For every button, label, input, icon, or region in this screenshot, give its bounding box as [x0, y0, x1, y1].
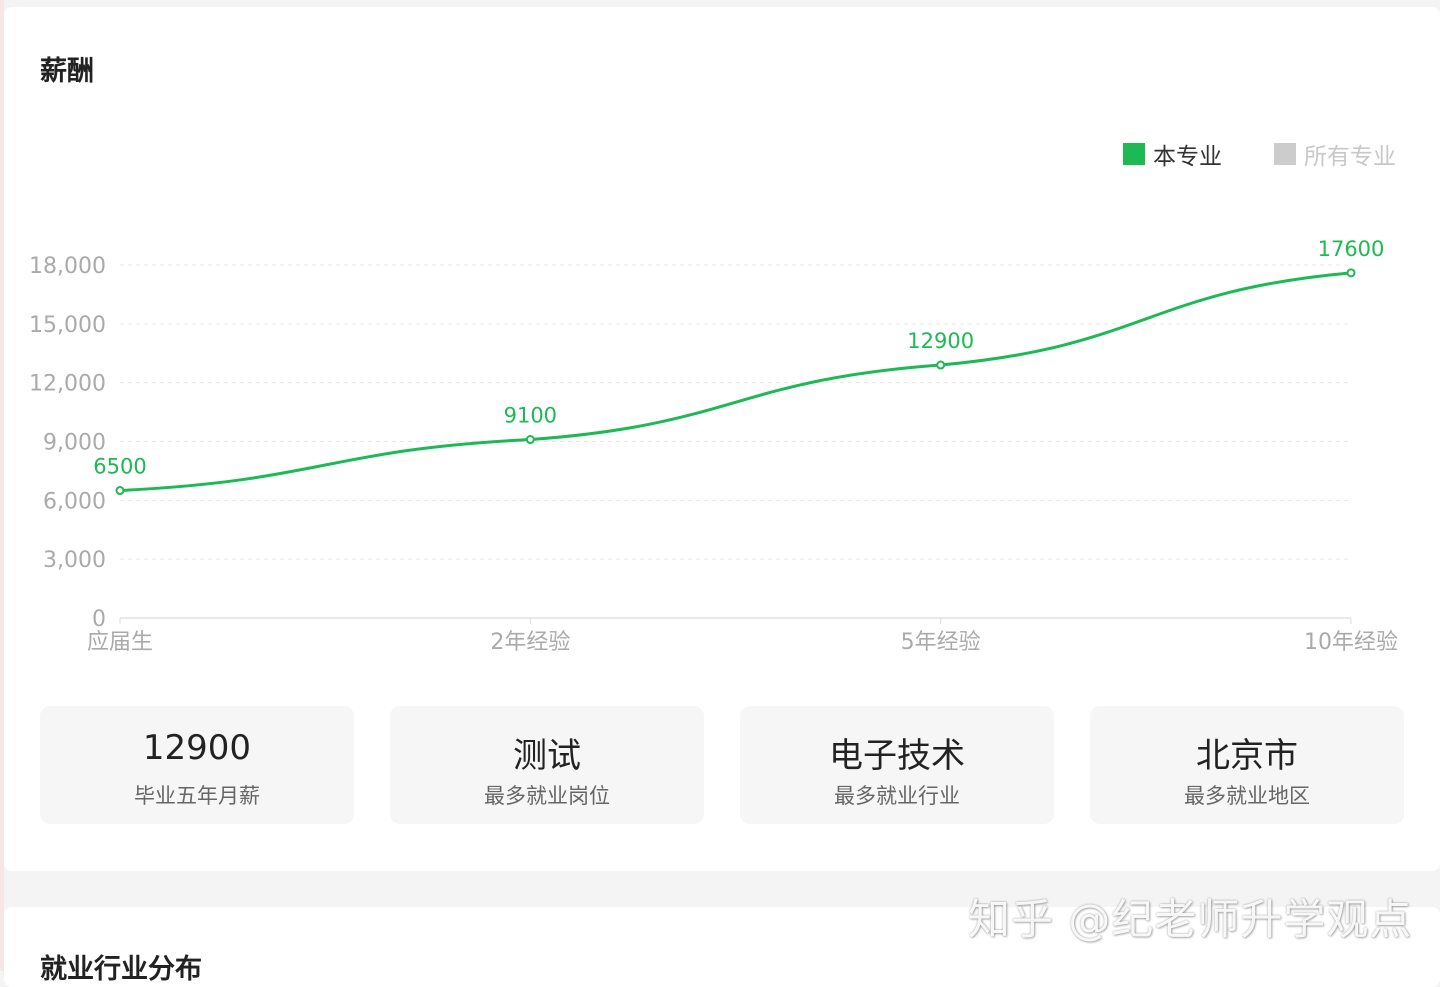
data-point: [525, 435, 535, 445]
y-tick-label: 18,000: [29, 254, 106, 279]
stat-value: 电子技术: [829, 736, 965, 776]
data-label: 9100: [504, 404, 557, 428]
stat-card-position: 测试 最多就业岗位: [390, 706, 704, 824]
y-tick-label: 15,000: [29, 313, 106, 338]
data-label: 6500: [93, 455, 146, 479]
salary-line-chart: 0 3,000 6,000 9,000 12,000 15,000 18,000 应届生 2年经…: [29, 237, 1398, 655]
x-tick-label: 5年经验: [901, 630, 981, 655]
y-tick-label: 9,000: [43, 431, 106, 456]
data-label: 12900: [907, 329, 974, 353]
stat-value: 北京市: [1196, 736, 1298, 776]
stat-label: 最多就业岗位: [484, 784, 610, 808]
data-point: [115, 486, 125, 496]
industry-section-title: 就业行业分布: [40, 954, 202, 985]
y-tick-label: 6,000: [43, 489, 106, 514]
x-tick-label: 10年经验: [1304, 630, 1398, 655]
stat-label: 毕业五年月薪: [134, 784, 260, 808]
x-tick-label: 2年经验: [490, 630, 570, 655]
data-point: [1346, 268, 1356, 278]
watermark: 知乎 @纪老师升学观点: [968, 895, 1413, 944]
stat-value: 12900: [142, 728, 252, 768]
x-tick-label: 应届生: [87, 630, 153, 655]
stat-label: 最多就业地区: [1184, 784, 1310, 808]
salary-card: 薪酬 本专业 所有专业 0 3,000 6,000 9,000 12,000 15,000…: [4, 7, 1440, 871]
y-tick-label: 3,000: [43, 548, 106, 573]
stat-card-industry: 电子技术 最多就业行业: [740, 706, 1054, 824]
series-line: [119, 271, 1352, 493]
stat-value: 测试: [513, 736, 581, 776]
data-label: 17600: [1318, 237, 1385, 261]
stat-card-region: 北京市 最多就业地区: [1090, 706, 1404, 824]
data-point: [936, 360, 946, 370]
y-tick-label: 12,000: [29, 372, 106, 397]
y-tick-label: 0: [92, 607, 106, 632]
stat-card-salary: 12900 毕业五年月薪: [40, 706, 354, 824]
stat-label: 最多就业行业: [834, 784, 960, 808]
stats-row: 12900 毕业五年月薪 测试 最多就业岗位 电子技术 最多就业行业 北京市 最…: [40, 706, 1406, 824]
